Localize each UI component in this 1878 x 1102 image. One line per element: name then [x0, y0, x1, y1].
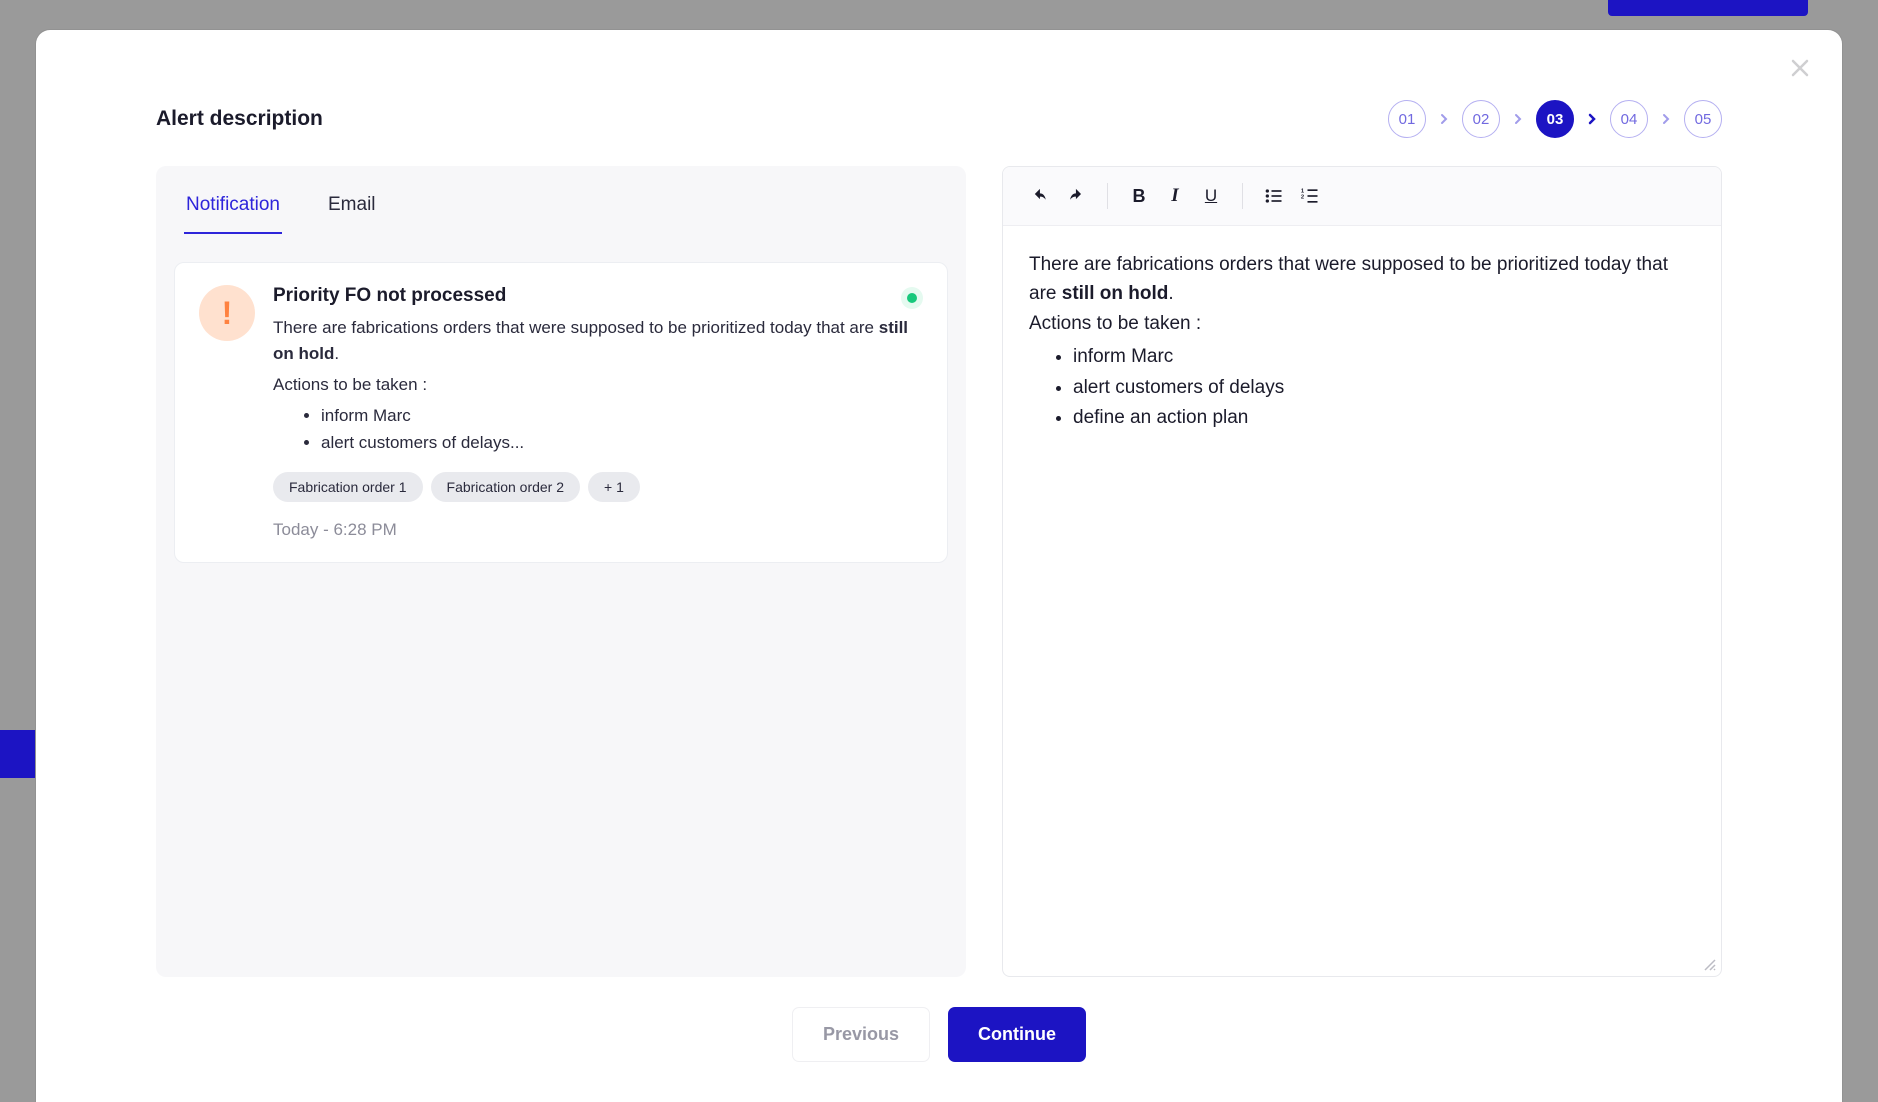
resize-handle[interactable]: [1703, 958, 1717, 972]
undo-icon: [1031, 187, 1049, 205]
list-item: alert customers of delays: [1073, 373, 1695, 403]
editor-actions-label: Actions to be taken :: [1029, 309, 1695, 338]
previous-button[interactable]: Previous: [792, 1007, 930, 1062]
step-04[interactable]: 04: [1610, 100, 1648, 138]
editor-intro: There are fabrications orders that were …: [1029, 250, 1695, 309]
bullet-list-button[interactable]: [1259, 181, 1289, 211]
continue-button[interactable]: Continue: [948, 1007, 1086, 1062]
bullet-list-icon: [1264, 186, 1284, 206]
status-indicator: [901, 287, 923, 309]
editor-content[interactable]: There are fabrications orders that were …: [1003, 226, 1721, 976]
notification-title: Priority FO not processed: [273, 285, 923, 307]
editor-panel: B I U 12 There are fabrications orders t…: [1002, 166, 1722, 977]
resize-icon: [1703, 958, 1717, 972]
ordered-list-icon: 12: [1300, 186, 1320, 206]
toolbar-separator: [1107, 183, 1108, 209]
modal-header: Alert description 01 02 03 04 05: [156, 100, 1722, 138]
editor-actions-list: inform Marc alert customers of delays de…: [1073, 342, 1695, 433]
redo-button[interactable]: [1061, 181, 1091, 211]
notification-actions-label: Actions to be taken :: [273, 372, 923, 398]
bg-header-button: [1608, 0, 1808, 16]
modal-footer: Previous Continue: [96, 1007, 1782, 1062]
notification-intro: There are fabrications orders that were …: [273, 315, 923, 368]
step-03[interactable]: 03: [1536, 100, 1574, 138]
list-item: inform Marc: [321, 402, 923, 429]
notification-content: Priority FO not processed There are fabr…: [273, 285, 923, 540]
notification-actions-list: inform Marc alert customers of delays...: [321, 402, 923, 456]
notification-card: ! Priority FO not processed There are fa…: [174, 262, 948, 563]
step-05[interactable]: 05: [1684, 100, 1722, 138]
list-item: inform Marc: [1073, 342, 1695, 372]
list-item: define an action plan: [1073, 403, 1695, 433]
chevron-right-icon: [1440, 113, 1448, 125]
modal-title: Alert description: [156, 107, 323, 131]
chevron-right-icon: [1588, 113, 1596, 125]
preview-panel: Notification Email ! Priority FO not pro…: [156, 166, 966, 977]
stepper: 01 02 03 04 05: [1388, 100, 1722, 138]
bg-accent-bar: [0, 730, 35, 778]
notification-tags: Fabrication order 1 Fabrication order 2 …: [273, 472, 923, 502]
svg-text:2: 2: [1301, 195, 1305, 201]
alert-icon: !: [199, 285, 255, 341]
modal-body: Notification Email ! Priority FO not pro…: [156, 166, 1722, 977]
chevron-right-icon: [1662, 113, 1670, 125]
bold-button[interactable]: B: [1124, 181, 1154, 211]
close-icon: [1788, 56, 1812, 80]
tab-notification[interactable]: Notification: [184, 166, 282, 234]
list-item: alert customers of delays...: [321, 429, 923, 456]
tag[interactable]: Fabrication order 1: [273, 472, 423, 502]
toolbar-separator: [1242, 183, 1243, 209]
close-button[interactable]: [1786, 54, 1814, 82]
tab-email[interactable]: Email: [326, 166, 378, 234]
italic-button[interactable]: I: [1160, 181, 1190, 211]
chevron-right-icon: [1514, 113, 1522, 125]
alert-modal: Alert description 01 02 03 04 05 Notific…: [36, 30, 1842, 1102]
redo-icon: [1067, 187, 1085, 205]
undo-button[interactable]: [1025, 181, 1055, 211]
notification-timestamp: Today - 6:28 PM: [273, 520, 923, 540]
tag[interactable]: Fabrication order 2: [431, 472, 581, 502]
step-01[interactable]: 01: [1388, 100, 1426, 138]
preview-tabs: Notification Email: [156, 166, 966, 234]
underline-button[interactable]: U: [1196, 181, 1226, 211]
editor-toolbar: B I U 12: [1003, 167, 1721, 226]
step-02[interactable]: 02: [1462, 100, 1500, 138]
tag-more[interactable]: + 1: [588, 472, 640, 502]
ordered-list-button[interactable]: 12: [1295, 181, 1325, 211]
